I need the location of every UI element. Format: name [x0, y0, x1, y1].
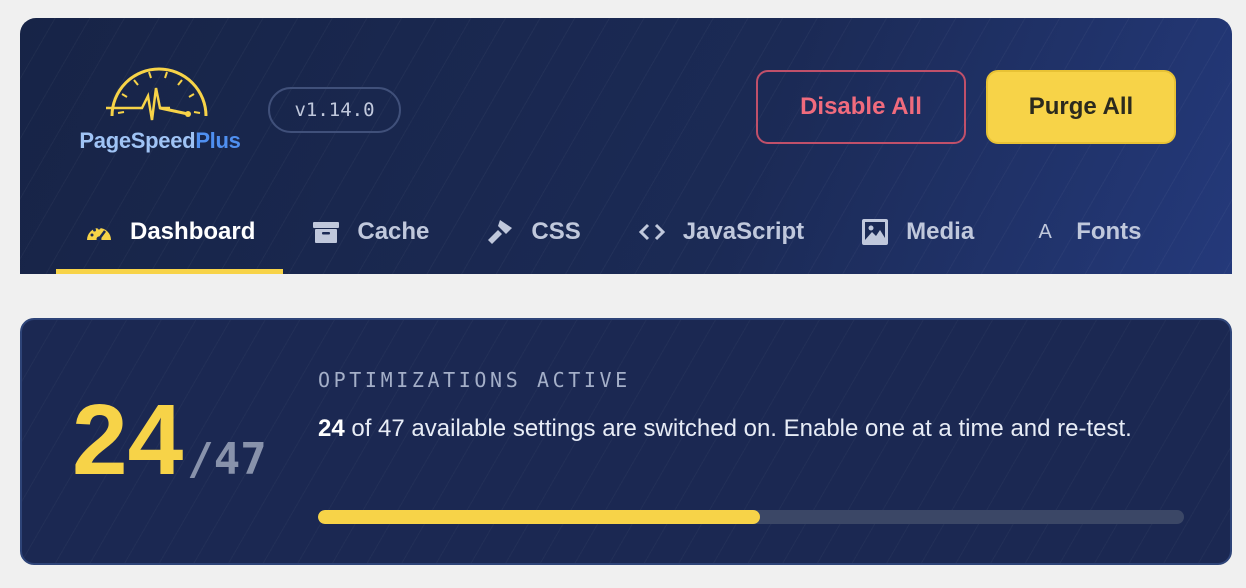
brand-name-part2: Plus: [195, 128, 241, 153]
speedometer-logo-icon: [106, 67, 208, 121]
disable-all-button[interactable]: Disable All: [756, 70, 966, 144]
optimizations-progress-bar: [318, 510, 1184, 524]
summary-title: OPTIMIZATIONS ACTIVE: [318, 368, 631, 392]
version-badge: v1.14.0: [268, 87, 401, 133]
tab-fonts[interactable]: A Fonts: [1002, 198, 1169, 274]
archive-box-icon: [311, 217, 341, 247]
tab-label: Cache: [357, 218, 430, 245]
optimizations-summary-card: 24 /47 OPTIMIZATIONS ACTIVE 24 of 47 ava…: [20, 318, 1232, 565]
paintbrush-icon: [485, 217, 515, 247]
tab-css[interactable]: CSS: [457, 198, 608, 274]
summary-desc-text: of 47 available settings are switched on…: [344, 415, 1132, 442]
image-icon: [860, 217, 890, 247]
nav-tabs: Dashboard Cache CSS JavaScript Media A F…: [56, 198, 1170, 274]
active-count-value: 24: [72, 384, 184, 496]
tab-label: Dashboard: [130, 218, 256, 245]
active-count: 24 /47: [72, 390, 267, 490]
summary-desc-count: 24: [318, 415, 345, 442]
tab-media[interactable]: Media: [832, 198, 1002, 274]
tab-label: CSS: [531, 218, 581, 245]
tab-dashboard[interactable]: Dashboard: [56, 198, 284, 274]
tab-label: JavaScript: [682, 218, 805, 245]
font-letter-icon: A: [1038, 220, 1052, 243]
code-brackets-icon: [637, 217, 667, 247]
logo: PageSpeedPlus: [74, 58, 246, 158]
progress-fill: [318, 510, 760, 524]
purge-all-button[interactable]: Purge All: [986, 70, 1176, 144]
brand-name-part1: PageSpeed: [79, 128, 196, 153]
brand-name: PageSpeedPlus: [74, 128, 246, 154]
tab-cache[interactable]: Cache: [283, 198, 457, 274]
app-header: PageSpeedPlus v1.14.0 Disable All Purge …: [20, 18, 1232, 274]
tab-label: Fonts: [1076, 218, 1142, 245]
tab-javascript[interactable]: JavaScript: [609, 198, 832, 274]
gauge-icon: [84, 217, 114, 247]
tab-label: Media: [906, 218, 975, 245]
total-count-value: /47: [187, 434, 267, 485]
summary-description: 24 of 47 available settings are switched…: [318, 410, 1178, 448]
